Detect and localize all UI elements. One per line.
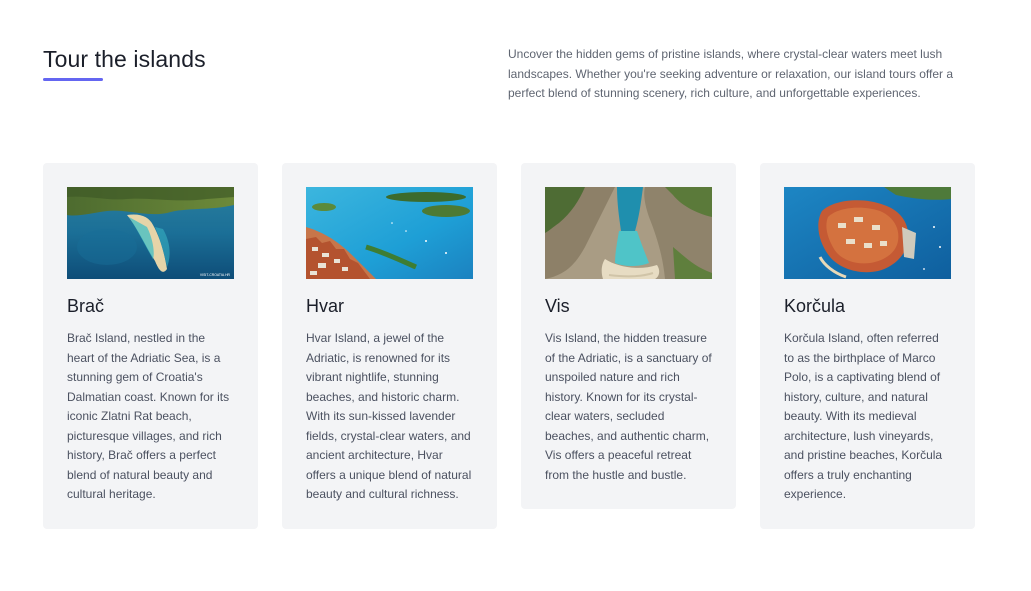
card-title: Hvar [306, 296, 345, 316]
brac-image-watermark: VISIT-CROATIA.HR [200, 273, 231, 277]
title-underline [43, 78, 103, 81]
brac-image: VISIT-CROATIA.HR [67, 187, 234, 279]
korcula-image [784, 187, 951, 279]
hvar-image [306, 187, 473, 279]
section-header: Tour the islands [43, 44, 206, 81]
card-title: Vis [545, 296, 570, 316]
card-description: Vis Island, the hidden treasure of the A… [545, 331, 712, 482]
card-description: Brač Island, nestled in the heart of the… [67, 331, 230, 501]
island-card-hvar: Hvar Hvar Island, a jewel of the Adriati… [282, 163, 497, 529]
card-description: Korčula Island, often referred to as the… [784, 331, 943, 501]
island-cards: VISIT-CROATIA.HR Brač Brač Island, nestl… [43, 163, 975, 529]
card-title: Brač [67, 296, 105, 316]
section-intro: Uncover the hidden gems of pristine isla… [508, 47, 953, 100]
card-description: Hvar Island, a jewel of the Adriatic, is… [306, 331, 472, 501]
section-title: Tour the islands [43, 46, 206, 72]
island-card-brac: VISIT-CROATIA.HR Brač Brač Island, nestl… [43, 163, 258, 529]
card-title: Korčula [784, 296, 846, 316]
island-card-vis: Vis Vis Island, the hidden treasure of t… [521, 163, 736, 509]
vis-image [545, 187, 712, 279]
island-card-korcula: Korčula Korčula Island, often referred t… [760, 163, 975, 529]
